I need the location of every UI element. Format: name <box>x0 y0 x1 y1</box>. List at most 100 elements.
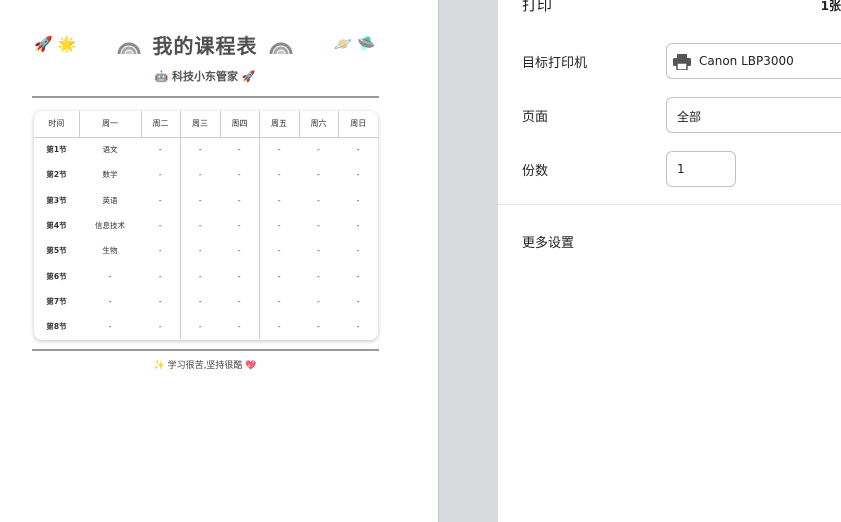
period-cell: 第4节 <box>46 221 67 231</box>
panel-divider <box>498 204 841 205</box>
course-cell: - <box>141 212 181 239</box>
course-cell: - <box>317 271 320 281</box>
panel-title: 打印 <box>522 0 553 14</box>
course-cell: - <box>317 145 320 155</box>
course-cell: - <box>141 137 181 163</box>
course-cell: - <box>356 221 360 231</box>
copies-value: 1 <box>677 162 685 176</box>
course-cell: - <box>141 162 181 188</box>
course-cell: - <box>317 195 320 205</box>
course-cell: 生物 <box>102 246 118 256</box>
course-cell: - <box>198 170 202 180</box>
planet-ufo-decoration: 🪐 🛸 <box>333 35 376 53</box>
course-cell: - <box>356 296 360 306</box>
course-cell: - <box>198 195 202 205</box>
course-cell: - <box>277 271 281 281</box>
course-cell: - <box>356 195 360 205</box>
course-cell: - <box>317 221 320 231</box>
course-cell: - <box>277 195 281 205</box>
course-cell: - <box>277 322 281 332</box>
course-cell: - <box>108 271 112 281</box>
table-header-cell: 周六 <box>299 111 339 138</box>
course-cell: - <box>317 246 320 256</box>
course-cell: - <box>356 271 360 281</box>
period-cell: 第3节 <box>46 195 67 205</box>
course-cell: - <box>277 221 281 231</box>
course-cell: - <box>141 238 181 264</box>
course-cell: - <box>220 238 260 264</box>
course-cell: - <box>317 170 320 180</box>
copies-input[interactable]: 1 <box>666 151 736 187</box>
table-body: 第1节 语文 - - - - - - 第2节 数学 - - - - - - 第3节 英语 - - - - - - 第4节 信息技术… <box>34 137 378 340</box>
course-cell: - <box>108 296 112 306</box>
print-settings-panel: 打印 1张 目标打印机 Canon LBP3000 ▾ 页面 全部 ▾ 份数 1… <box>498 0 841 522</box>
table-row: 第2节 数学 - - - - - - <box>34 162 378 188</box>
course-cell: - <box>220 263 260 289</box>
table-header-cell: 周三 <box>180 111 221 138</box>
table-header-cell: 周日 <box>338 111 378 138</box>
footer-motto: ✨ 学习很苦,坚持很酷 💖 <box>153 361 257 371</box>
course-cell: - <box>356 170 360 180</box>
table-row: 第4节 信息技术 - - - - - - <box>34 212 378 239</box>
title-row: 我的课程表 <box>32 30 378 59</box>
table-row: 第5节 生物 - - - - - - <box>34 238 378 264</box>
table-header-cell: 周二 <box>141 111 181 138</box>
course-cell: - <box>198 246 202 256</box>
period-cell: 第6节 <box>46 271 67 281</box>
table-header-cell: 周一 <box>79 111 142 138</box>
course-cell: 语文 <box>102 145 118 155</box>
divider-bottom <box>32 349 379 351</box>
period-cell: 第2节 <box>46 170 67 180</box>
schedule-table: 时间 周一 周二 周三 周四 周五 周六 周日 第1节 语文 - - - - - - 第2节 数学 - - - - - - 第… <box>34 111 378 340</box>
copies-label: 份数 <box>522 164 549 179</box>
rainbow-icon <box>269 42 293 54</box>
subtitle: 🤖 科技小东管家 🚀 <box>154 70 256 83</box>
course-cell: - <box>141 288 181 315</box>
printer-select[interactable]: Canon LBP3000 ▾ <box>666 43 841 79</box>
table-row: 第3节 英语 - - - - - - <box>34 187 378 213</box>
table-header-cell: 时间 <box>34 111 80 138</box>
print-preview: 🚀 🌟 我的课程表 🪐 🛸 🤖 科技小东管家 🚀 时间周一周二周三周四周 <box>0 0 438 522</box>
pages-label: 页面 <box>522 110 549 125</box>
course-cell: - <box>141 187 181 213</box>
course-cell: 英语 <box>102 195 118 205</box>
course-cell: - <box>141 314 181 340</box>
period-cell: 第1节 <box>46 145 67 155</box>
course-cell: - <box>108 322 112 332</box>
course-cell: - <box>220 288 260 315</box>
pages-select[interactable]: 全部 ▾ <box>666 97 841 133</box>
table-row: 第1节 语文 - - - - - - <box>34 137 378 163</box>
course-cell: - <box>277 246 281 256</box>
course-cell: - <box>317 322 320 332</box>
course-cell: - <box>220 137 260 163</box>
course-cell: - <box>277 170 281 180</box>
period-cell: 第7节 <box>46 296 67 306</box>
period-cell: 第5节 <box>46 246 67 256</box>
printer-value: Canon LBP3000 <box>699 54 794 68</box>
course-cell: - <box>220 162 260 188</box>
table-row: 第8节 - - - - - - - <box>34 314 378 340</box>
preview-header: 🚀 🌟 我的课程表 🪐 🛸 <box>32 30 378 60</box>
printer-label: 目标打印机 <box>522 56 588 71</box>
course-cell: - <box>317 296 320 306</box>
course-cell: - <box>277 145 281 155</box>
more-settings-link[interactable]: 更多设置 <box>522 232 574 251</box>
course-cell: - <box>220 187 260 213</box>
course-cell: - <box>198 296 202 306</box>
page-title: 我的课程表 <box>152 34 258 58</box>
table-header-cell: 周四 <box>220 111 260 138</box>
course-cell: - <box>356 246 360 256</box>
course-cell: - <box>277 296 281 306</box>
course-cell: - <box>141 263 181 289</box>
course-cell: - <box>198 221 202 231</box>
course-cell: - <box>356 322 360 332</box>
course-cell: - <box>198 322 202 332</box>
course-cell: 信息技术 <box>95 221 125 231</box>
course-cell: - <box>198 145 202 155</box>
divider-top <box>32 96 379 98</box>
pages-value: 全部 <box>677 110 702 124</box>
course-cell: - <box>220 212 260 239</box>
table-header-row: 时间 周一 周二 周三 周四 周五 周六 周日 <box>34 111 378 138</box>
printer-icon <box>673 54 691 70</box>
course-cell: 数学 <box>102 170 118 180</box>
